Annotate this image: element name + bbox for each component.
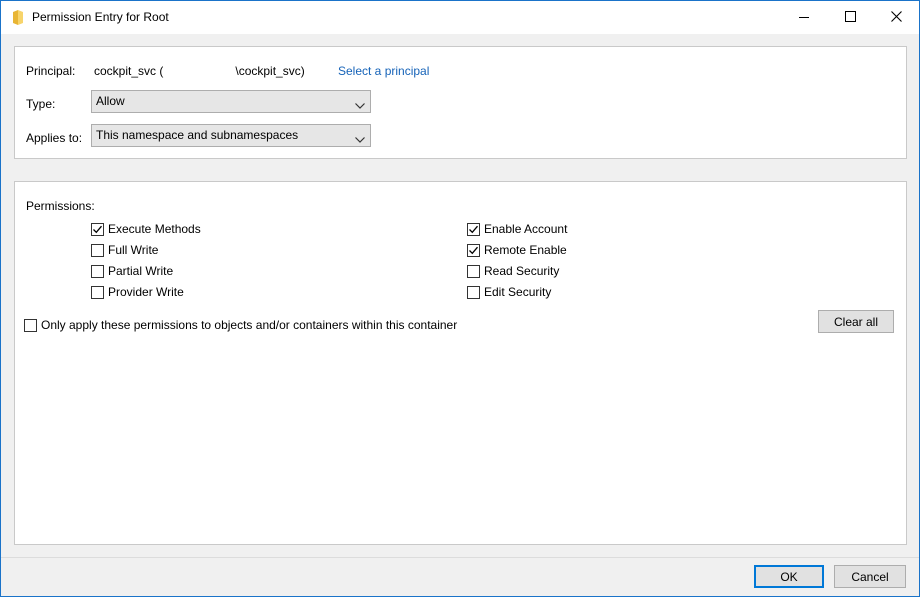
checkbox-label: Only apply these permissions to objects … xyxy=(41,318,458,332)
type-label: Type: xyxy=(26,97,56,111)
principal-label: Principal: xyxy=(26,64,76,78)
checkbox[interactable] xyxy=(467,285,480,299)
checkbox-label: Provider Write xyxy=(108,285,184,299)
select-principal-link[interactable]: Select a principal xyxy=(338,64,429,78)
perm-remote-enable[interactable]: Remote Enable xyxy=(467,243,567,257)
title-bar[interactable]: Permission Entry for Root xyxy=(1,1,919,34)
principal-group: Principal: cockpit_svc (\cockpit_svc) Se… xyxy=(14,46,907,159)
type-select[interactable]: Allow xyxy=(91,90,371,113)
redacted-domain xyxy=(163,64,236,76)
permissions-group: Permissions: Execute Methods Full Write … xyxy=(14,181,907,545)
checkbox[interactable] xyxy=(91,264,104,278)
type-select-value: Allow xyxy=(96,94,125,108)
applies-to-label: Applies to: xyxy=(26,131,83,145)
perm-full-write[interactable]: Full Write xyxy=(91,243,158,257)
perm-provider-write[interactable]: Provider Write xyxy=(91,285,184,299)
checkbox-label: Read Security xyxy=(484,264,560,278)
checkbox[interactable] xyxy=(24,318,37,332)
maximize-icon xyxy=(844,10,856,25)
folder-icon xyxy=(12,10,24,25)
minimize-button[interactable] xyxy=(781,1,827,34)
checkbox[interactable] xyxy=(91,243,104,257)
checkbox-label: Full Write xyxy=(108,243,159,257)
perm-enable-account[interactable]: Enable Account xyxy=(467,222,567,236)
close-icon xyxy=(890,10,902,25)
window-title: Permission Entry for Root xyxy=(32,10,169,24)
maximize-button[interactable] xyxy=(827,1,873,34)
perm-read-security[interactable]: Read Security xyxy=(467,264,559,278)
close-button[interactable] xyxy=(873,1,919,34)
checkbox[interactable] xyxy=(467,243,480,257)
permissions-label: Permissions: xyxy=(26,199,95,213)
checkbox[interactable] xyxy=(91,222,104,236)
clear-all-button[interactable]: Clear all xyxy=(818,310,894,333)
checkbox-label: Execute Methods xyxy=(108,222,201,236)
checkbox[interactable] xyxy=(91,285,104,299)
chevron-down-icon xyxy=(355,98,365,112)
chevron-down-icon xyxy=(355,132,365,146)
checkbox-label: Edit Security xyxy=(484,285,552,299)
cancel-button[interactable]: Cancel xyxy=(834,565,906,588)
footer-divider xyxy=(1,557,919,558)
ok-button[interactable]: OK xyxy=(754,565,824,588)
minimize-icon xyxy=(799,11,809,25)
perm-edit-security[interactable]: Edit Security xyxy=(467,285,551,299)
perm-execute-methods[interactable]: Execute Methods xyxy=(91,222,201,236)
checkbox[interactable] xyxy=(467,264,480,278)
applies-to-select[interactable]: This namespace and subnamespaces xyxy=(91,124,371,147)
applies-to-select-value: This namespace and subnamespaces xyxy=(96,128,299,142)
checkbox[interactable] xyxy=(467,222,480,236)
principal-value: cockpit_svc (\cockpit_svc) xyxy=(94,64,305,78)
checkbox-label: Remote Enable xyxy=(484,243,567,257)
checkbox-label: Partial Write xyxy=(108,264,174,278)
checkbox-label: Enable Account xyxy=(484,222,568,236)
perm-partial-write[interactable]: Partial Write xyxy=(91,264,173,278)
permission-entry-dialog: Permission Entry for Root Principal: coc… xyxy=(0,0,920,597)
only-apply-checkbox-row[interactable]: Only apply these permissions to objects … xyxy=(24,318,457,332)
